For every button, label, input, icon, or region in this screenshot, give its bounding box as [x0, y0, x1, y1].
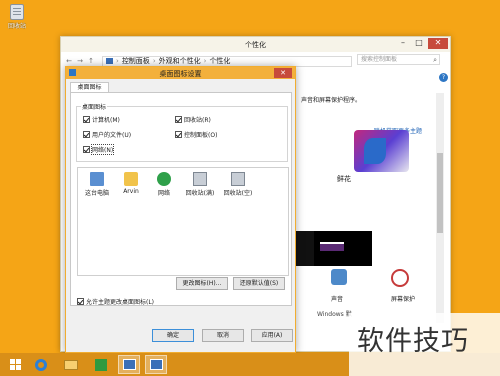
internet-explorer-icon	[35, 358, 47, 371]
taskbar-control-panel[interactable]	[118, 355, 140, 374]
taskbar-store[interactable]	[90, 355, 112, 374]
icon-item-user[interactable]: Arvin	[117, 172, 145, 195]
recycle-bin-icon	[10, 4, 24, 20]
start-button[interactable]	[4, 355, 26, 374]
back-icon[interactable]: ←	[65, 57, 73, 65]
icon-item-recycle-full[interactable]: 回收站(满)	[185, 172, 215, 197]
windows-logo-icon	[9, 359, 21, 370]
checkbox-network[interactable]: 网络(N)	[83, 144, 115, 155]
theme-name: 鲜花	[337, 175, 351, 183]
checkbox-control-panel[interactable]: 控制面板(O)	[175, 130, 217, 139]
sound-scheme-text: Windows 默	[317, 311, 352, 318]
help-icon[interactable]: ?	[439, 73, 448, 82]
recycle-bin-empty-icon	[231, 172, 245, 186]
apply-button[interactable]: 应用(A)	[251, 329, 293, 342]
allow-themes-checkbox[interactable]: 允许主题更改桌面图标(L)	[77, 297, 154, 306]
breadcrumb-item[interactable]: 个性化	[209, 56, 230, 66]
sound-icon[interactable]	[331, 269, 347, 285]
checkbox-computer[interactable]: 计算机(M)	[83, 115, 120, 124]
store-icon	[95, 358, 107, 371]
personalization-titlebar[interactable]: 个性化 – □ ✕	[61, 37, 450, 52]
close-button[interactable]: ✕	[428, 38, 448, 49]
taskbar-explorer[interactable]	[60, 355, 82, 374]
recycle-bin-full-icon	[193, 172, 207, 186]
theme-thumbnail[interactable]	[314, 231, 372, 266]
watermark: 软件技巧	[349, 313, 500, 376]
control-panel-icon	[122, 359, 136, 370]
user-folder-icon	[124, 172, 138, 186]
desktop-icons-group: 桌面图标 计算机(M) 回收站(R) 用户的文件(U) 控制面板(O) 网络(N…	[76, 102, 288, 162]
breadcrumb-item[interactable]: 外观和个性化	[159, 56, 201, 66]
breadcrumb-item[interactable]: 控制面板	[122, 56, 150, 66]
recycle-bin-label: 回收站	[7, 23, 26, 30]
network-icon	[157, 172, 171, 186]
forward-icon[interactable]: →	[76, 57, 84, 65]
minimize-button[interactable]: –	[396, 38, 410, 49]
control-panel-icon	[106, 58, 113, 64]
watermark-text: 软件技巧	[357, 326, 469, 357]
computer-icon	[90, 172, 104, 186]
taskbar-desktop-icon-settings[interactable]	[145, 355, 167, 374]
dialog-title: 桌面图标设置	[159, 70, 202, 78]
restore-default-button[interactable]: 还原默认值(S)	[233, 277, 285, 290]
recycle-bin-desktop-icon[interactable]: 回收站	[4, 4, 30, 30]
personalization-title: 个性化	[245, 41, 266, 49]
checkbox-recycle-bin[interactable]: 回收站(R)	[175, 115, 211, 124]
icon-item-recycle-empty[interactable]: 回收站(空)	[223, 172, 253, 197]
dialog-close-button[interactable]: ✕	[274, 68, 292, 78]
maximize-button[interactable]: □	[412, 38, 426, 49]
flowers-theme-thumbnail[interactable]	[354, 130, 409, 172]
group-title: 桌面图标	[81, 102, 108, 111]
up-icon[interactable]: ↑	[87, 57, 95, 65]
icon-item-this-pc[interactable]: 这台电脑	[83, 172, 111, 197]
breadcrumb[interactable]: › 控制面板 › 外观和个性化 › 个性化	[102, 55, 352, 67]
search-icon: ⌕	[433, 56, 437, 64]
desktop-icon-settings-icon	[149, 359, 163, 370]
search-input[interactable]: 搜索控制面板 ⌕	[357, 54, 440, 65]
screensaver-icon[interactable]	[391, 269, 409, 287]
change-icon-button[interactable]: 更改图标(H)...	[176, 277, 228, 290]
icon-preview-list: 这台电脑 Arvin 网络 回收站(满) 回收站(空)	[77, 167, 289, 276]
taskbar-ie[interactable]	[30, 355, 52, 374]
cancel-button[interactable]: 取消	[202, 329, 244, 342]
ok-button[interactable]: 确定	[152, 329, 194, 342]
file-explorer-icon	[64, 359, 78, 370]
icon-item-network[interactable]: 网络	[150, 172, 178, 197]
theme-settings-row: 声音 屏幕保护 Windows 默	[307, 269, 447, 319]
screensaver-label[interactable]: 屏幕保护	[391, 294, 415, 303]
checkbox-user-files[interactable]: 用户的文件(U)	[83, 130, 131, 139]
sound-label[interactable]: 声音	[331, 294, 343, 303]
desktop-icon-settings-dialog: 桌面图标设置 ✕ 桌面图标 桌面图标 计算机(M) 回收站(R) 用户的文件(U…	[65, 66, 296, 353]
dialog-titlebar[interactable]: 桌面图标设置 ✕	[66, 67, 295, 79]
theme-gallery: 鲜花	[294, 97, 440, 273]
